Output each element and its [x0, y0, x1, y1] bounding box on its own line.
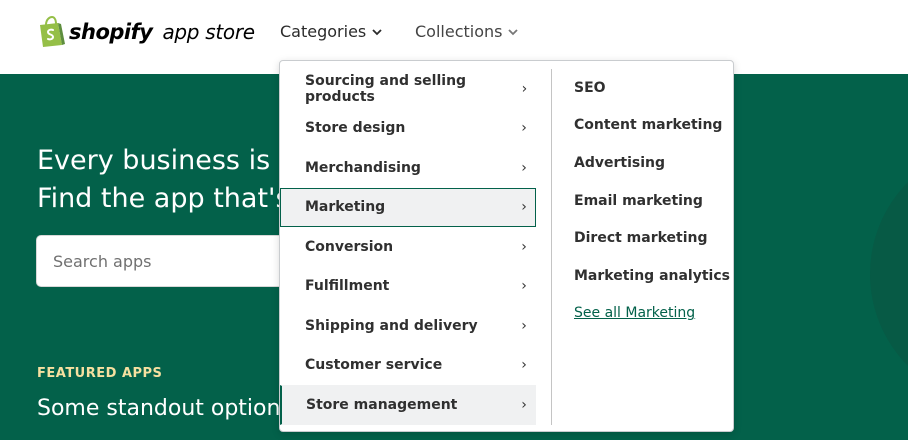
category-item-merchandising[interactable]: Merchandising › — [280, 148, 536, 188]
chevron-right-icon: › — [521, 80, 528, 97]
chevron-right-icon: › — [521, 396, 527, 413]
subcategory-advertising[interactable]: Advertising — [574, 144, 730, 182]
category-item-label: Fulfillment — [305, 278, 390, 295]
shopify-bag-icon — [40, 16, 65, 47]
categories-dropdown: Sourcing and selling products › Store de… — [279, 60, 734, 432]
hero-title-line1: Every business is u — [37, 145, 296, 176]
subcategory-list: SEO Content marketing Advertising Email … — [574, 69, 730, 332]
category-item-label: Merchandising — [305, 159, 421, 176]
category-item-store-design[interactable]: Store design › — [280, 109, 536, 149]
chevron-right-icon: › — [521, 317, 527, 334]
chevron-right-icon: › — [521, 120, 527, 137]
category-item-label: Conversion — [305, 238, 394, 255]
category-item-label: Customer service — [305, 357, 443, 374]
nav-collections-button[interactable]: Collections — [415, 22, 519, 41]
category-item-customer-service[interactable]: Customer service › — [280, 346, 536, 386]
category-item-label: Store design — [305, 120, 406, 137]
category-item-marketing[interactable]: Marketing › — [280, 187, 536, 227]
chevron-down-icon — [372, 26, 382, 39]
category-item-fulfillment[interactable]: Fulfillment › — [280, 267, 536, 307]
category-item-store-management[interactable]: Store management › — [280, 385, 536, 425]
hero-title-line2: Find the app that's — [37, 183, 290, 214]
category-item-conversion[interactable]: Conversion › — [280, 227, 536, 267]
chevron-right-icon: › — [521, 278, 527, 295]
chevron-right-icon: › — [521, 159, 527, 176]
chevron-right-icon: › — [521, 199, 527, 216]
logo-brand-text: shopify — [69, 20, 153, 44]
subcategory-marketing-analytics[interactable]: Marketing analytics — [574, 257, 730, 295]
see-all-marketing-link[interactable]: See all Marketing — [574, 295, 730, 333]
logo-store-text: app store — [162, 20, 255, 44]
chevron-right-icon: › — [521, 238, 527, 255]
nav-collections-label: Collections — [415, 22, 503, 41]
chevron-down-icon — [508, 26, 519, 39]
category-item-sourcing[interactable]: Sourcing and selling products › — [280, 69, 536, 109]
subcategory-email-marketing[interactable]: Email marketing — [574, 182, 730, 220]
decorative-circle — [870, 144, 908, 404]
shopify-app-store-logo[interactable]: shopify app store — [37, 16, 255, 48]
nav-categories-button[interactable]: Categories — [280, 22, 382, 41]
category-item-label: Store management — [306, 396, 458, 413]
dropdown-divider — [551, 69, 552, 425]
subcategory-direct-marketing[interactable]: Direct marketing — [574, 219, 730, 257]
subcategory-seo[interactable]: SEO — [574, 69, 730, 107]
featured-apps-title: Some standout option — [37, 396, 281, 421]
category-item-label: Sourcing and selling products — [305, 72, 467, 105]
chevron-right-icon: › — [521, 357, 527, 374]
category-item-label: Marketing — [305, 199, 386, 216]
category-item-shipping[interactable]: Shipping and delivery › — [280, 306, 536, 346]
subcategory-content-marketing[interactable]: Content marketing — [574, 107, 730, 145]
featured-apps-label: FEATURED APPS — [37, 366, 163, 381]
nav-categories-label: Categories — [280, 22, 367, 41]
category-list: Sourcing and selling products › Store de… — [280, 69, 536, 425]
category-item-label: Shipping and delivery — [305, 317, 478, 334]
